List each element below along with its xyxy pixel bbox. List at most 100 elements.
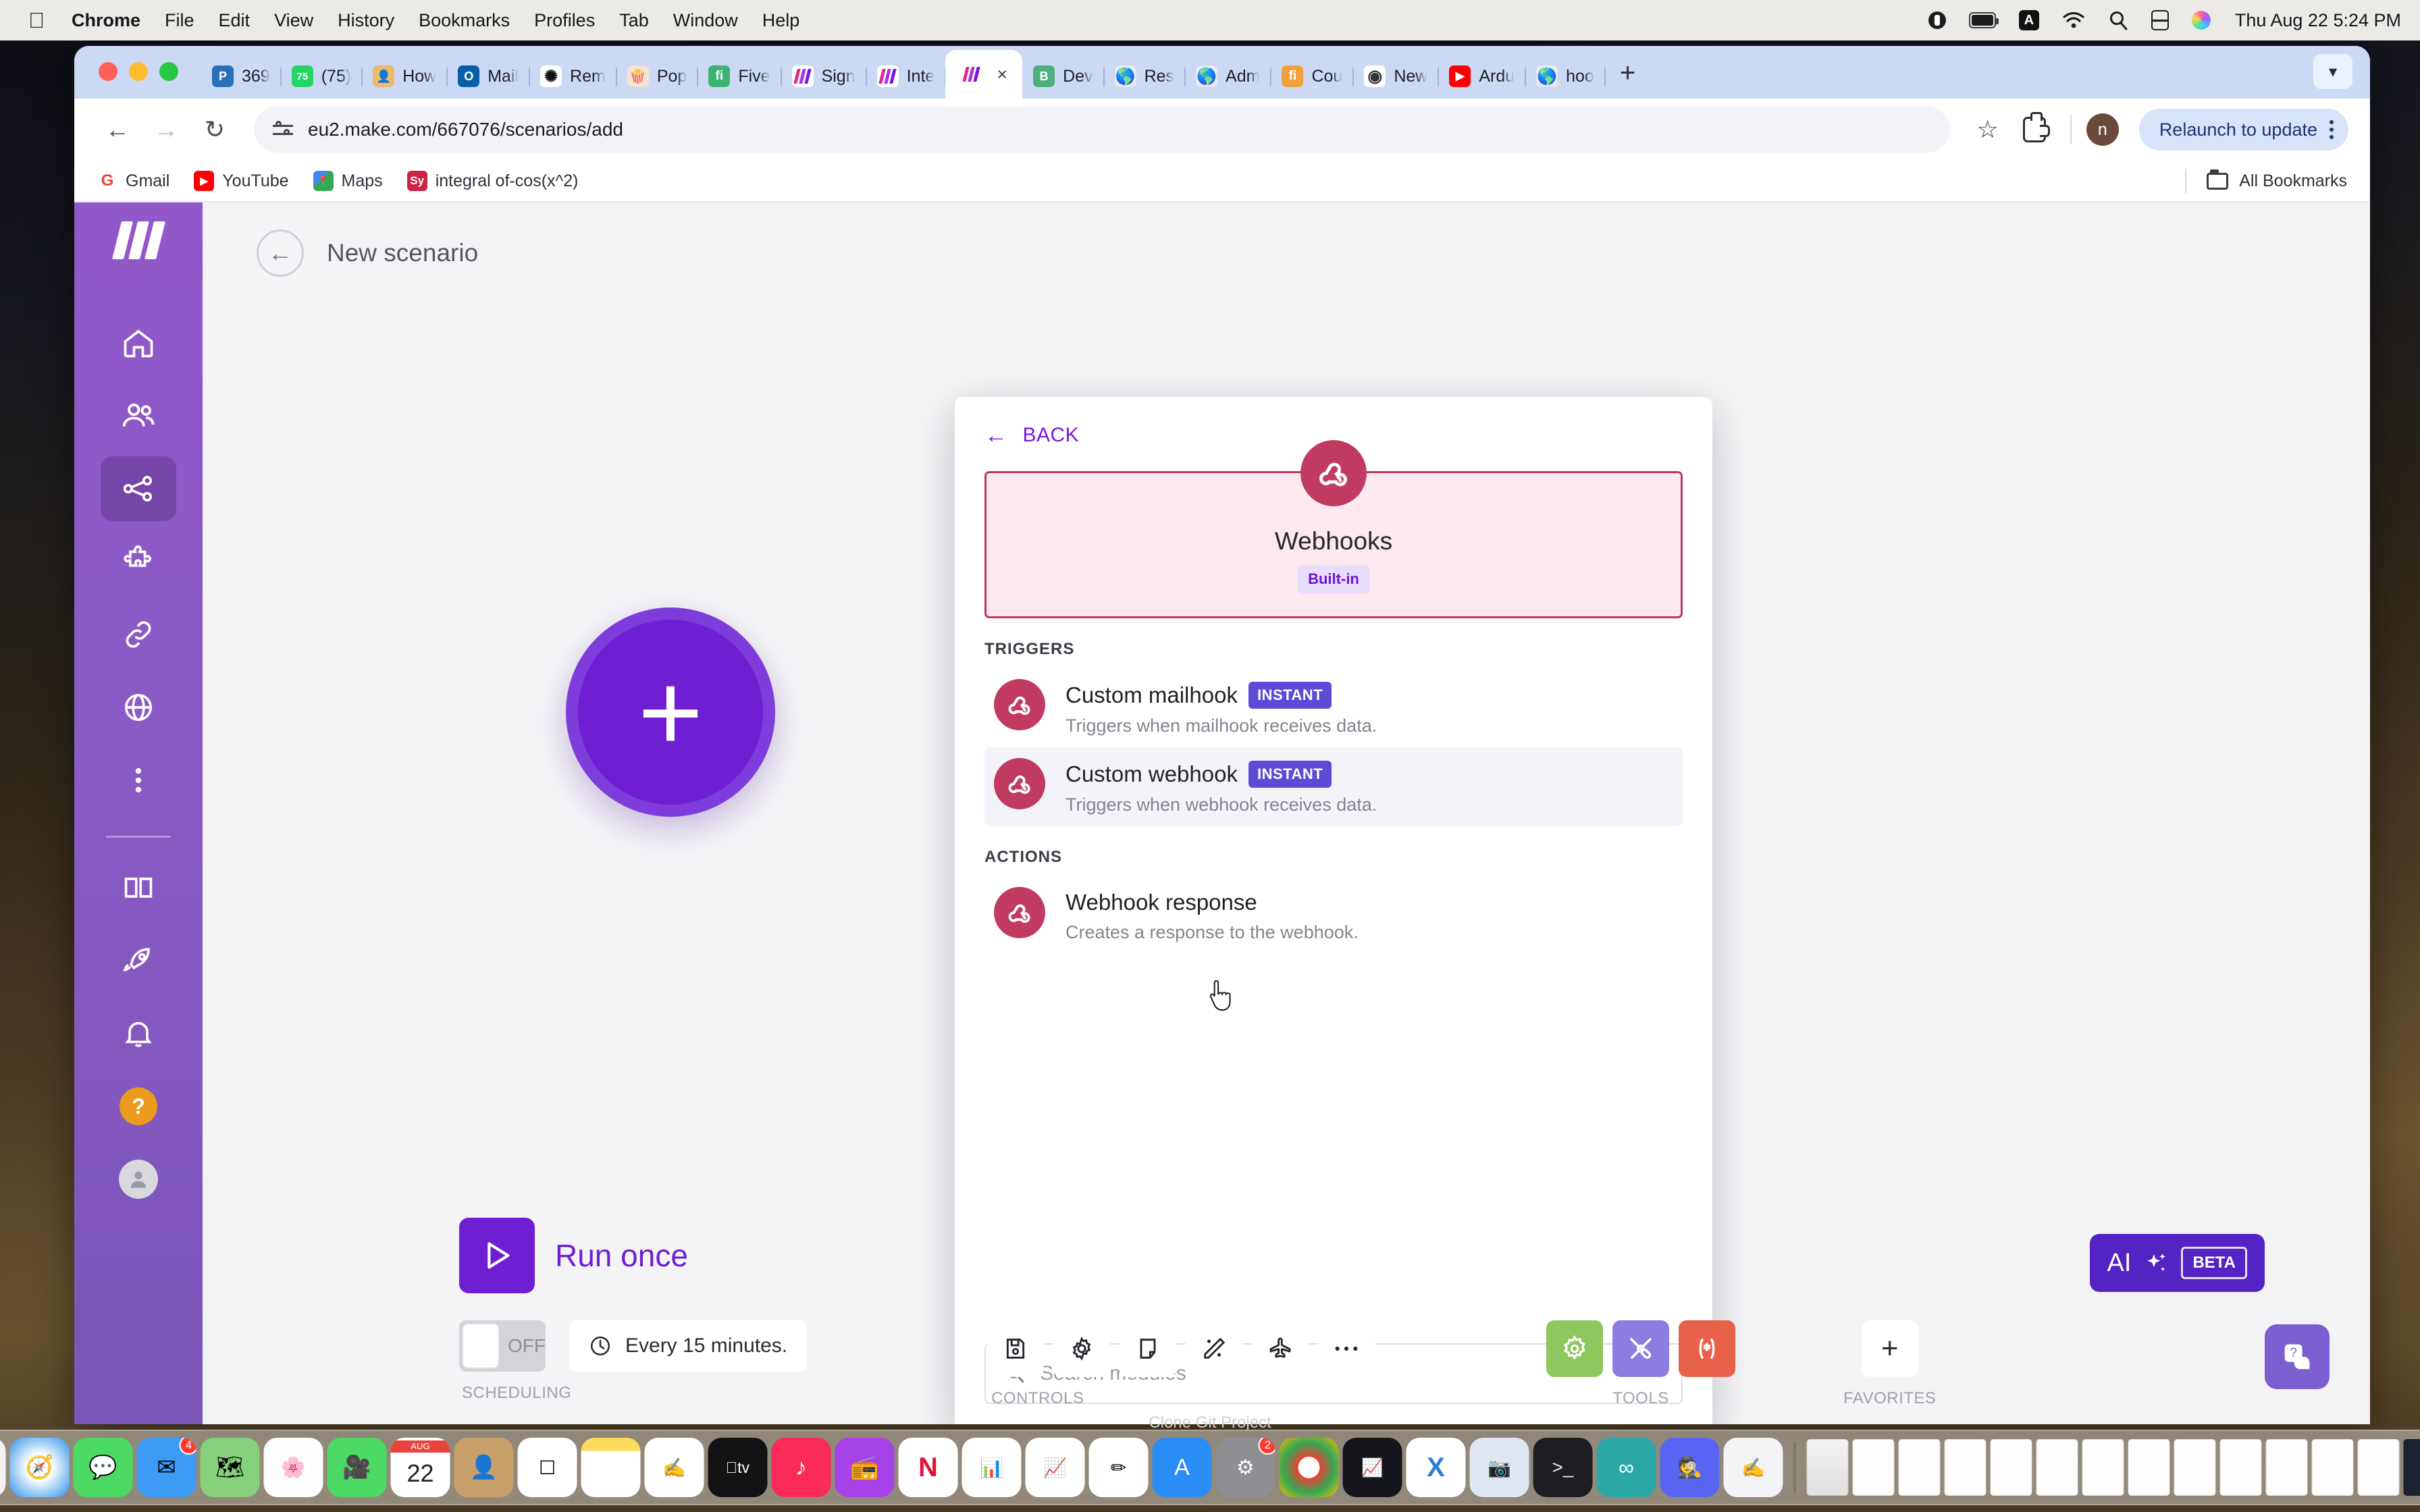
dock-minimized-window[interactable] [2082,1439,2124,1496]
module-row-custom-webhook[interactable]: Custom webhook INSTANT Triggers when web… [984,747,1683,826]
dock-app-mail[interactable]: ✉ 4 [136,1438,196,1497]
scheduling-toggle[interactable]: OFF [459,1320,546,1372]
dock-app-photos[interactable]: 🌸 [263,1438,323,1497]
tab-sign[interactable]: Sign [781,54,867,99]
dock-app-calendar[interactable]: AUG 22 [390,1438,450,1497]
dock-app-apple-tv[interactable]: tv [708,1438,768,1497]
run-once-control[interactable]: Run once [459,1218,688,1293]
sidebar-item-help[interactable]: ? [101,1074,176,1139]
dock-app-pages[interactable]: ✏ [1088,1438,1149,1497]
new-tab-button[interactable]: + [1605,59,1650,99]
menu-item-file[interactable]: File [165,10,194,31]
dock-app-news[interactable]: N [898,1438,958,1497]
sidebar-item-whats-new[interactable] [101,928,176,993]
dock-minimized-window[interactable] [2311,1439,2354,1496]
dock-app-terminal[interactable]: >_ [1533,1438,1593,1497]
dock-app-preview[interactable]: 📷 [1469,1438,1529,1497]
menu-item-edit[interactable]: Edit [219,10,251,31]
sidebar-item-notifications[interactable] [101,1001,176,1066]
bookmark-maps[interactable]: 📍 Maps [313,171,383,191]
run-once-button[interactable] [459,1218,535,1293]
flow-control-button[interactable] [1546,1320,1603,1377]
dock-app-launchpad[interactable]: ▦ [0,1438,6,1497]
sidebar-item-profile[interactable] [101,1147,176,1212]
sidebar-item-scenarios[interactable] [101,456,176,521]
dock-minimized-window[interactable] [2036,1439,2078,1496]
dock-app-textedit[interactable]: ✍ [1723,1438,1783,1497]
minimize-window-button[interactable] [129,62,148,81]
sidebar-item-more[interactable] [101,748,176,813]
schedule-setting-button[interactable]: Every 15 minutes. [570,1320,807,1372]
bookmark-star-icon[interactable]: ☆ [1968,115,2008,144]
dock-app-podcasts[interactable]: 📻 [835,1438,895,1497]
menu-item-chrome[interactable]: Chrome [72,10,140,31]
menu-item-view[interactable]: View [274,10,313,31]
record-icon[interactable] [1928,11,1946,29]
dock-app-reminders[interactable]: ☐ [517,1438,577,1497]
tab-pop[interactable]: 🍿 Pop [616,54,699,99]
dock-app-facetime[interactable]: 🎥 [327,1438,387,1497]
auto-align-button[interactable] [1186,1320,1242,1377]
control-center-icon[interactable] [2151,10,2169,30]
menu-item-help[interactable]: Help [762,10,800,31]
menu-item-window[interactable]: Window [673,10,738,31]
save-button[interactable] [987,1320,1044,1377]
close-tab-icon[interactable]: × [997,65,1007,84]
menu-item-tab[interactable]: Tab [619,10,649,31]
tools-button[interactable] [1612,1320,1669,1377]
siri-icon[interactable] [2191,11,2211,30]
tab-inte[interactable]: Inte [866,54,947,99]
dock-app-activity-monitor[interactable]: 📈 [1342,1438,1402,1497]
dock-minimized-window[interactable] [1898,1439,1941,1496]
search-icon[interactable] [2108,10,2128,30]
dock-minimized-window[interactable] [1944,1439,1987,1496]
address-bar[interactable]: eu2.make.com/667076/scenarios/add [254,107,1950,153]
site-settings-icon[interactable] [273,119,293,140]
more-controls-button[interactable] [1318,1320,1375,1377]
make-logo[interactable] [111,221,165,259]
tab-rem[interactable]: ✺ Rem [529,54,617,99]
relaunch-to-update-button[interactable]: Relaunch to update [2138,109,2348,151]
dock-app-numbers[interactable]: 📈 [1025,1438,1085,1497]
settings-button[interactable] [1053,1320,1110,1377]
tab-adm[interactable]: 🌎 Adm [1185,54,1272,99]
dock-minimized-window[interactable] [1806,1439,1849,1496]
tab-res[interactable]: 🌎 Res [1104,54,1186,99]
dock-app-arduino[interactable]: ∞ [1596,1438,1656,1497]
maximize-window-button[interactable] [159,62,178,81]
dock-minimized-window[interactable] [2128,1439,2170,1496]
apple-logo-icon[interactable]:  [28,9,45,31]
tab-cou[interactable]: fi Cou [1271,54,1354,99]
dock-app-app-store[interactable]: A [1152,1438,1212,1497]
explain-flow-button[interactable] [1252,1320,1309,1377]
sidebar-item-docs[interactable] [101,855,176,920]
dock-app-notes[interactable] [581,1438,641,1497]
text-parser-button[interactable] [1679,1320,1735,1377]
reload-button[interactable]: ↻ [193,108,236,151]
battery-icon[interactable] [1968,12,1999,28]
tab-dev[interactable]: B Dev [1022,54,1105,99]
dock-app-chrome[interactable] [1279,1438,1339,1497]
tab-search-chevron-down-icon[interactable]: ▾ [2313,54,2352,89]
dock-minimized-window[interactable] [2174,1439,2216,1496]
bookmark-gmail[interactable]: G Gmail [97,171,169,191]
add-favorite-button[interactable]: + [1861,1320,1918,1377]
module-row-custom-mailhook[interactable]: Custom mailhook INSTANT Triggers when ma… [984,668,1683,747]
extensions-icon[interactable] [2022,112,2050,142]
dock-app-messages[interactable]: 💬 [73,1438,133,1497]
sidebar-item-home[interactable] [101,310,176,375]
tab-whatsapp[interactable]: 75 (75) [281,54,363,99]
dock-app-safari[interactable]: 🧭 [9,1438,70,1497]
keyboard-input-icon[interactable]: A [2018,10,2039,30]
tab-active-make-scenario[interactable]: × [945,50,1023,99]
help-fab-button[interactable]: ? [2265,1324,2330,1389]
menubar-clock[interactable]: Thu Aug 22 5:24 PM [2235,10,2401,31]
forward-button[interactable]: → [144,108,188,151]
dock-minimized-window[interactable] [1852,1439,1895,1496]
menu-item-bookmarks[interactable]: Bookmarks [419,10,510,31]
dock-minimized-window[interactable] [1990,1439,2032,1496]
dock-app-discord[interactable]: 🕵 [1660,1438,1720,1497]
menu-item-profiles[interactable]: Profiles [534,10,595,31]
dock-minimized-window[interactable] [2403,1439,2420,1496]
tab-369[interactable]: P 369 [201,54,282,99]
